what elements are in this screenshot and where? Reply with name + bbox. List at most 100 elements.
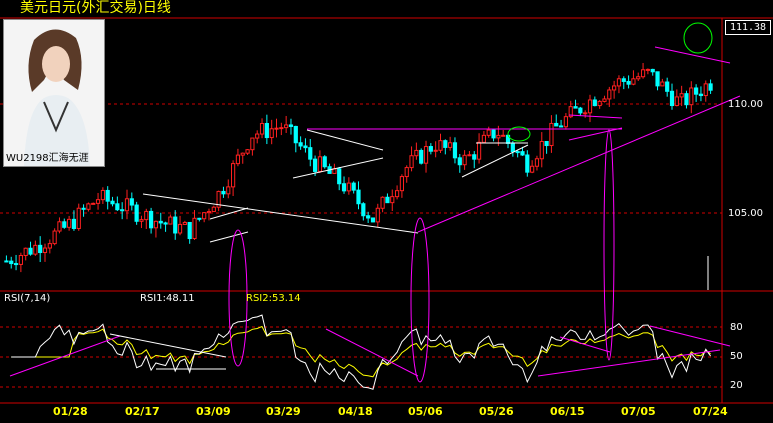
avatar-photo: WU2198汇海无涯	[3, 19, 105, 167]
rsi1-value: RSI1:48.11	[140, 293, 195, 304]
candle-body	[149, 210, 154, 229]
candle-body	[187, 221, 192, 240]
candle-body	[563, 116, 568, 128]
candle-body	[95, 199, 101, 204]
candle-body	[158, 220, 163, 224]
candle-body	[587, 99, 593, 114]
candle-body	[264, 123, 269, 139]
candle-body	[120, 209, 125, 212]
rsi-tick-80: 80	[730, 322, 743, 333]
date-tick: 02/17	[125, 405, 160, 418]
candle-body	[23, 247, 28, 256]
candle-body	[42, 247, 48, 254]
chart-title: 美元日元(外汇交易)日线	[20, 0, 171, 16]
candle-body	[404, 167, 409, 178]
candle-body	[105, 189, 110, 202]
candle-body	[520, 151, 525, 156]
candle-body	[674, 96, 679, 107]
rsi-indicator-label: RSI(7,14)	[4, 293, 51, 304]
candle-body	[476, 141, 482, 160]
triangle-bottom	[568, 127, 623, 141]
candle-body	[554, 122, 559, 127]
candle-body	[211, 206, 216, 213]
rsi-trendline	[109, 333, 227, 358]
candle-body	[438, 140, 443, 151]
candle-body	[317, 156, 323, 172]
date-tick: 07/05	[621, 405, 656, 418]
candle-body	[76, 207, 81, 230]
candle-body	[612, 85, 617, 91]
candle-body	[206, 211, 212, 214]
candle-body	[583, 112, 588, 115]
candle-body	[361, 203, 366, 217]
candle-body	[486, 129, 491, 136]
candle-body	[703, 83, 708, 97]
candle-body	[597, 100, 602, 107]
candle-body	[428, 146, 433, 152]
candle-body	[660, 81, 665, 87]
candle-body	[534, 158, 540, 167]
candle-body	[308, 147, 313, 160]
rsi-tick-20: 20	[730, 380, 743, 391]
candle-body	[640, 69, 646, 78]
date-tick: 07/24	[693, 405, 728, 418]
candle-body	[481, 134, 487, 143]
candle-body	[694, 87, 699, 95]
candle-body	[607, 89, 612, 100]
price-tick-105: 105.00	[728, 208, 763, 219]
candle-body	[399, 176, 405, 192]
candlestick-chart	[0, 17, 773, 404]
candle-body	[28, 247, 33, 255]
candle-body	[284, 124, 289, 129]
candle-body	[346, 182, 351, 192]
candle-body	[221, 190, 226, 195]
candle-body	[47, 243, 52, 249]
highlight-ellipse	[228, 229, 248, 367]
candle-body	[71, 218, 77, 230]
candle-body	[337, 168, 342, 185]
candle-body	[665, 81, 670, 92]
candle-body	[52, 230, 57, 245]
date-tick: 05/26	[479, 405, 514, 418]
candle-body	[385, 196, 390, 204]
candle-body	[163, 222, 168, 225]
date-tick: 05/06	[408, 405, 443, 418]
candle-body	[602, 98, 607, 102]
candle-body	[423, 146, 429, 164]
candle-body	[144, 210, 149, 221]
candle-body	[525, 154, 530, 173]
photo-caption: WU2198汇海无涯	[6, 153, 89, 164]
rsi-trendline	[325, 328, 419, 377]
candle-body	[573, 106, 578, 109]
triangle-bottom	[461, 144, 529, 178]
candle-body	[515, 151, 520, 154]
candle-body	[452, 142, 458, 159]
rsi2-value: RSI2:53.14	[246, 293, 301, 304]
candle-body	[274, 127, 279, 130]
candle-body	[684, 93, 689, 106]
candle-body	[645, 68, 650, 71]
date-tick: 01/28	[53, 405, 88, 418]
candle-body	[13, 263, 19, 266]
candle-body	[501, 134, 506, 137]
candle-body	[230, 163, 236, 188]
candle-body	[544, 140, 549, 147]
candle-body	[9, 260, 14, 265]
candle-body	[115, 203, 120, 211]
candle-body	[390, 196, 395, 204]
candle-body	[679, 93, 684, 98]
candle-body	[124, 198, 130, 212]
triangle-top	[306, 129, 384, 151]
date-tick: 04/18	[338, 405, 373, 418]
candle-body	[380, 196, 385, 209]
candle-body	[197, 217, 202, 220]
candle-body	[394, 190, 400, 198]
candle-body	[698, 93, 704, 97]
chart-window: 美元日元(外汇交易)日线 WU2198汇海无涯 111.38 110.00 10…	[0, 0, 773, 423]
candle-body	[226, 186, 231, 195]
candle-body	[322, 156, 327, 168]
date-tick: 03/29	[266, 405, 301, 418]
candle-body	[202, 212, 207, 220]
candle-body	[57, 221, 62, 232]
candle-body	[341, 183, 347, 192]
